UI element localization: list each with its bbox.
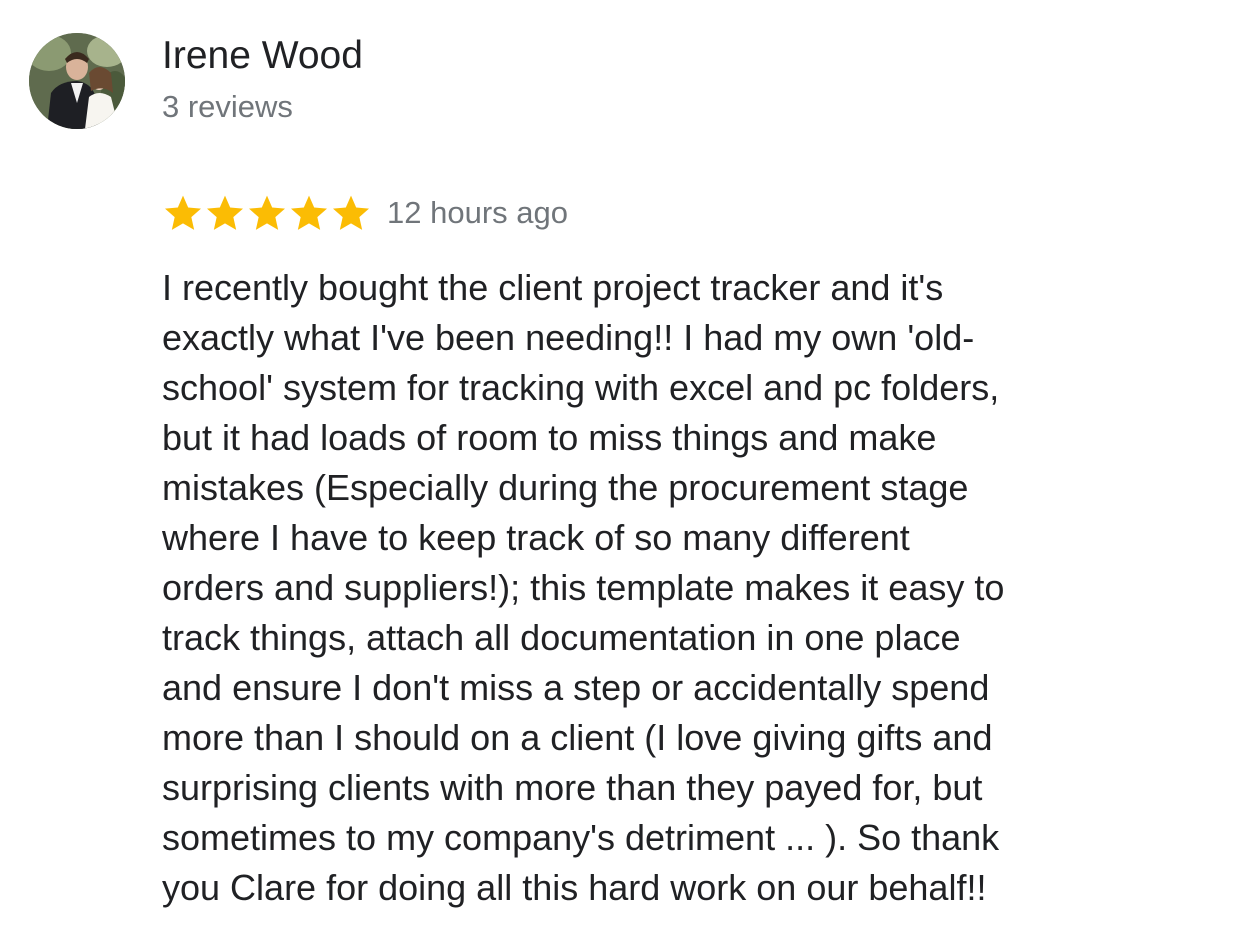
review-text-line: surprising clients with more than they p…: [162, 767, 983, 808]
review-text-line: and ensure I don't miss a step or accide…: [162, 667, 990, 708]
star-icon: [333, 195, 369, 230]
review-text-line: exactly what I've been needing!! I had m…: [162, 317, 975, 358]
review-text-line: you Clare for doing all this hard work o…: [162, 867, 987, 908]
review-card: Irene Wood 3 reviews 12 hours ago I rece…: [0, 0, 1253, 938]
star-rating: [163, 193, 371, 233]
review-text-line: mistakes (Especially during the procurem…: [162, 467, 969, 508]
review-text: I recently bought the client project tra…: [162, 263, 1242, 913]
star-icon: [291, 195, 327, 230]
review-text-line: I recently bought the client project tra…: [162, 267, 944, 308]
review-text-line: orders and suppliers!); this template ma…: [162, 567, 1005, 608]
review-text-line: where I have to keep track of so many di…: [162, 517, 910, 558]
star-icon: [207, 195, 243, 230]
review-text-line: school' system for tracking with excel a…: [162, 367, 1000, 408]
star-icon: [249, 195, 285, 230]
avatar-photo: [29, 33, 125, 129]
review-count: 3 reviews: [162, 89, 293, 124]
reviewer-name[interactable]: Irene Wood: [162, 34, 363, 78]
review-text-line: more than I should on a client (I love g…: [162, 717, 993, 758]
review-timestamp: 12 hours ago: [387, 195, 568, 230]
star-icon: [165, 195, 201, 230]
review-text-line: sometimes to my company's detriment ... …: [162, 817, 1000, 858]
avatar[interactable]: [29, 33, 125, 129]
rating-row: 12 hours ago: [163, 193, 568, 233]
review-text-line: track things, attach all documentation i…: [162, 617, 961, 658]
review-text-line: but it had loads of room to miss things …: [162, 417, 937, 458]
